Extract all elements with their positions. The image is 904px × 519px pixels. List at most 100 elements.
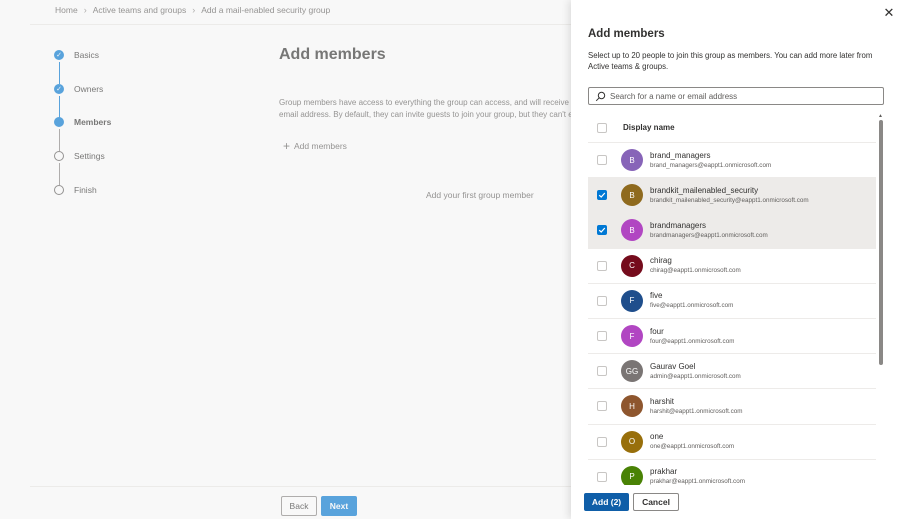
avatar: B	[621, 219, 643, 242]
pending-step-icon	[54, 151, 64, 161]
member-row[interactable]: Hharshit harshit@eappt1.onmicrosoft.com	[588, 389, 876, 425]
member-email: prakhar@eappt1.onmicrosoft.com	[650, 478, 745, 485]
member-name: brandmanagers	[650, 220, 707, 230]
avatar: O	[621, 430, 643, 453]
member-row[interactable]: Pprakhar prakhar@eappt1.onmicrosoft.com	[588, 460, 876, 485]
member-name: five	[650, 291, 663, 301]
next-button[interactable]: Next	[321, 496, 357, 516]
step-connector	[58, 96, 60, 118]
scroll-thumb[interactable]	[878, 120, 883, 365]
step-settings[interactable]: Settings	[54, 151, 105, 161]
member-info: one one@eappt1.onmicrosoft.com	[650, 432, 734, 451]
member-checkbox[interactable]	[597, 366, 607, 377]
search-input[interactable]	[610, 91, 883, 101]
member-row[interactable]: Bbrandkit_mailenabled_security brandkit_m…	[588, 178, 876, 214]
scroll-up-icon[interactable]: ▲	[878, 113, 883, 119]
cancel-button[interactable]: Cancel	[633, 493, 679, 511]
member-row[interactable]: Oone one@eappt1.onmicrosoft.com	[588, 425, 876, 460]
back-button[interactable]: Back	[281, 496, 317, 516]
member-row[interactable]: Bbrandmanagers brandmanagers@eappt1.onmic…	[588, 213, 876, 249]
member-info: four four@eappt1.onmicrosoft.com	[650, 327, 734, 346]
step-connector	[58, 129, 60, 151]
step-label: Members	[74, 117, 112, 127]
member-checkbox[interactable]	[597, 155, 607, 166]
member-info: chirag chirag@eappt1.onmicrosoft.com	[650, 256, 741, 275]
member-info: brandmanagers brandmanagers@eappt1.onmicr…	[650, 221, 768, 240]
member-email: brandmanagers@eappt1.onmicrosoft.com	[650, 231, 768, 239]
member-info: five five@eappt1.onmicrosoft.com	[650, 291, 733, 310]
member-row[interactable]: GG Gaurav Goel admin@eappt1.onmicrosoft.co…	[588, 354, 876, 390]
member-row[interactable]: Cchirag chirag@eappt1.onmicrosoft.com	[588, 249, 876, 284]
member-email: five@eappt1.onmicrosoft.com	[650, 302, 734, 310]
column-header-display-name[interactable]: Display name	[623, 123, 675, 132]
member-checkbox[interactable]	[597, 295, 607, 306]
member-checkbox[interactable]	[597, 225, 607, 236]
member-email: one@eappt1.onmicrosoft.com	[650, 443, 735, 451]
member-row[interactable]: Ffive five@eappt1.onmicrosoft.com	[588, 284, 876, 319]
breadcrumb: Home › Active teams and groups › Add a m…	[55, 5, 330, 15]
pending-step-icon	[54, 185, 64, 195]
current-step-icon	[54, 117, 64, 127]
step-label: Basics	[74, 50, 100, 60]
page-description: Group members have access to everything …	[279, 97, 579, 121]
member-checkbox[interactable]	[597, 471, 607, 482]
member-email: admin@eappt1.onmicrosoft.com	[650, 372, 741, 380]
close-icon[interactable]: ✕	[882, 6, 896, 20]
step-basics[interactable]: ✓ Basics	[54, 50, 99, 60]
member-checkbox[interactable]	[597, 331, 607, 342]
member-name: chirag	[650, 256, 672, 266]
description-line: Group members have access to everything …	[279, 98, 579, 107]
avatar: B	[621, 149, 643, 172]
member-row[interactable]: Ffour four@eappt1.onmicrosoft.com	[588, 319, 876, 355]
search-box[interactable]	[588, 87, 884, 105]
plus-icon: +	[283, 139, 291, 153]
step-owners[interactable]: ✓ Owners	[54, 84, 103, 94]
check-icon	[598, 228, 606, 234]
check-icon: ✓	[54, 50, 64, 60]
avatar: GG	[621, 360, 643, 383]
member-row[interactable]: Bbrand_managers brand_managers@eappt1.onm…	[588, 143, 876, 179]
check-icon: ✓	[54, 84, 64, 94]
list-header: Display name	[588, 113, 876, 143]
member-email: harshit@eappt1.onmicrosoft.com	[650, 407, 743, 415]
breadcrumb-home[interactable]: Home	[55, 5, 78, 15]
member-info: brand_managers brand_managers@eappt1.onmi…	[650, 151, 771, 170]
member-email: brandkit_mailenabled_security@eappt1.onm…	[650, 196, 809, 204]
breadcrumb-current: Add a mail-enabled security group	[201, 5, 331, 15]
member-email: brand_managers@eappt1.onmicrosoft.com	[650, 161, 772, 169]
avatar: B	[621, 184, 643, 207]
member-rows: Bbrand_managers brand_managers@eappt1.onm…	[588, 143, 876, 485]
member-name: one	[650, 432, 664, 442]
add-members-label: Add members	[294, 141, 347, 151]
member-info: Gaurav Goel admin@eappt1.onmicrosoft.com	[650, 362, 741, 381]
member-name: harshit	[650, 396, 675, 406]
add-members-panel: ✕ Add members Select up to 20 people to …	[571, 0, 904, 519]
member-checkbox[interactable]	[597, 436, 607, 447]
breadcrumb-active-teams[interactable]: Active teams and groups	[93, 5, 187, 15]
description-line: email address. By default, they can invi…	[279, 110, 578, 119]
member-checkbox[interactable]	[597, 401, 607, 412]
select-all-checkbox[interactable]	[597, 122, 607, 133]
search-icon	[595, 91, 606, 102]
member-info: prakhar prakhar@eappt1.onmicrosoft.com	[650, 467, 745, 485]
avatar: F	[621, 289, 643, 312]
step-label: Owners	[74, 84, 104, 94]
panel-description: Select up to 20 people to join this grou…	[588, 51, 873, 71]
chevron-right-icon: ›	[192, 5, 196, 15]
empty-state-text: Add your first group member	[426, 190, 534, 200]
step-finish[interactable]: Finish	[54, 185, 97, 195]
member-name: brandkit_mailenabled_security	[650, 185, 759, 195]
step-members[interactable]: Members	[54, 117, 111, 127]
member-checkbox[interactable]	[597, 260, 607, 271]
members-list: Display name Bbrand_managers brand_manage…	[588, 113, 876, 485]
check-icon	[598, 192, 606, 199]
member-name: four	[650, 326, 664, 336]
add-button[interactable]: Add (2)	[584, 493, 629, 511]
list-scrollbar[interactable]: ▲	[878, 113, 883, 485]
member-checkbox[interactable]	[597, 190, 607, 201]
panel-title: Add members	[588, 28, 665, 40]
step-connector	[58, 62, 60, 84]
member-name: Gaurav Goel	[650, 361, 696, 371]
step-label: Finish	[74, 185, 97, 195]
add-members-button[interactable]: + Add members	[283, 139, 347, 153]
